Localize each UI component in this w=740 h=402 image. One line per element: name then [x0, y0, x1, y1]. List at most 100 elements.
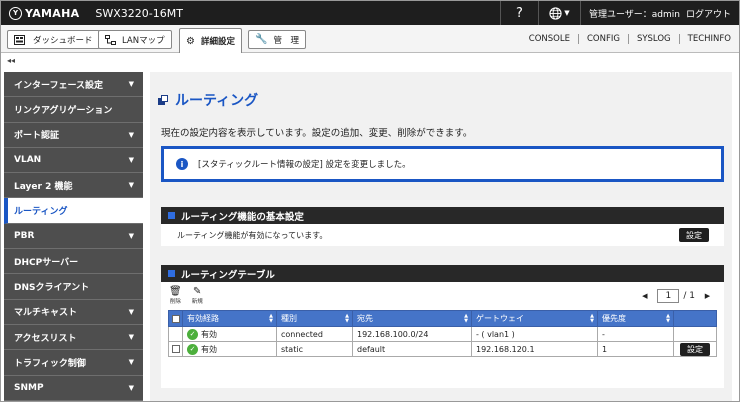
action-cell — [673, 326, 717, 342]
basic-settings-body: ルーティング機能が有効になっています。 設定 — [161, 224, 724, 246]
tab-dashboard[interactable]: ダッシュボード — [7, 30, 100, 49]
pagination: ◀ 1 / 1 ▶ — [638, 288, 714, 304]
sidebar-item-label: DNSクライアント — [14, 283, 90, 294]
table-row: ✓ 有効 connected 192.168.100.0/24 - ( vlan1… — [168, 326, 717, 342]
yamaha-logo-icon: Y — [9, 6, 22, 20]
brand-name: YAMAHA — [25, 6, 80, 20]
config-link[interactable]: CONFIG — [577, 33, 628, 44]
page-title-icon — [158, 95, 168, 105]
check-icon: ✓ — [187, 328, 198, 340]
sidebar-item-label: ポート認証 — [14, 131, 60, 142]
sidebar-item-label: アクセスリスト — [14, 333, 77, 344]
column-valid-route[interactable]: 有効経路 ▲ ▼ — [182, 310, 277, 327]
priority-cell: - — [597, 326, 674, 342]
column-label: 種別 — [281, 314, 297, 323]
main-content: ルーティング 現在の設定内容を表示しています。設定の追加、変更、削除ができます。… — [150, 72, 732, 401]
sidebar-item-snmp[interactable]: SNMP ▼ — [4, 375, 143, 401]
chevron-down-icon: ▼ — [564, 9, 570, 17]
dashboard-icon — [14, 34, 25, 45]
sidebar-item-label: PBR — [14, 230, 35, 241]
valid-label: 有効 — [201, 344, 217, 354]
new-button[interactable]: ✎ 新規 — [192, 286, 203, 305]
row-select-cell — [168, 341, 183, 357]
page-number-input[interactable]: 1 — [657, 289, 680, 303]
globe-icon — [549, 6, 562, 20]
syslog-link[interactable]: SYSLOG — [627, 33, 679, 44]
valid-label: 有効 — [201, 329, 217, 339]
column-type[interactable]: 種別 ▲ ▼ — [276, 310, 353, 327]
chevron-down-icon: ▼ — [128, 181, 134, 190]
chevron-down-icon: ▼ — [128, 383, 134, 392]
table-row: ✓ 有効 static default 192.168.120.1 1 設定 — [168, 341, 717, 357]
sidebar-item-dhcp-server[interactable]: DHCPサーバー — [4, 249, 143, 275]
column-label: ゲートウェイ — [476, 314, 524, 323]
sort-icon: ▲ ▼ — [269, 313, 273, 324]
column-label: 宛先 — [357, 314, 373, 323]
sidebar-item-access-list[interactable]: アクセスリスト ▼ — [4, 324, 143, 351]
language-menu-button[interactable]: ▼ — [537, 1, 580, 25]
sidebar-item-multicast[interactable]: マルチキャスト ▼ — [4, 299, 143, 325]
gateway-cell: - ( vlan1 ) — [471, 326, 598, 342]
sidebar-item-link-aggregation[interactable]: リンクアグリゲーション — [4, 97, 143, 123]
chevron-down-icon: ▼ — [128, 307, 134, 316]
top-bar: Y YAMAHA SWX3220-16MT ? ▼ 管理ユーザー：admin ロ… — [1, 1, 739, 25]
check-icon: ✓ — [187, 343, 198, 355]
gateway-cell: 192.168.120.1 — [471, 341, 598, 357]
column-gateway[interactable]: ゲートウェイ ▲ ▼ — [471, 310, 598, 327]
tab-lan-map[interactable]: LANマップ — [98, 30, 172, 49]
basic-settings-title: ルーティング機能の基本設定 — [181, 211, 304, 223]
routing-table-body: 🗑 削除 ✎ 新規 ◀ 1 / 1 ▶ 有効経路 ▲ ▼ 種別 ▲ ▼ 宛先 ▲… — [161, 282, 724, 388]
destination-cell: default — [352, 341, 472, 357]
sidebar-item-layer2[interactable]: Layer 2 機能 ▼ — [4, 173, 143, 199]
user-label: 管理ユーザー：admin — [588, 9, 680, 20]
logout-link[interactable]: ログアウト — [686, 7, 731, 20]
priority-cell: 1 — [597, 341, 674, 357]
table-header-row: 有効経路 ▲ ▼ 種別 ▲ ▼ 宛先 ▲ ▼ ゲートウェイ ▲ ▼ 優先度 ▲ ▼ — [168, 310, 717, 327]
sidebar-item-pbr[interactable]: PBR ▼ — [4, 223, 143, 250]
prev-page-button[interactable]: ◀ — [638, 288, 651, 304]
row-select-cell — [168, 326, 183, 342]
select-all-checkbox[interactable] — [168, 310, 183, 327]
sidebar-item-label: マルチキャスト — [14, 308, 78, 319]
sidebar-item-label: VLAN — [14, 155, 42, 166]
tab-management[interactable]: 🔧 管 理 — [248, 30, 306, 49]
page-description: 現在の設定内容を表示しています。設定の追加、変更、削除ができます。 — [161, 128, 473, 139]
column-destination[interactable]: 宛先 ▲ ▼ — [352, 310, 472, 327]
collapse-sidebar-button[interactable]: ◂◂ — [7, 56, 15, 65]
device-model: SWX3220-16MT — [95, 6, 183, 20]
brand-logo: Y YAMAHA — [1, 1, 79, 25]
table-toolbar: 🗑 削除 ✎ 新規 — [169, 286, 213, 305]
tab-advanced-settings[interactable]: ⚙ 詳細設定 — [179, 28, 242, 53]
page-total: / 1 — [683, 291, 695, 301]
sidebar-item-vlan[interactable]: VLAN ▼ — [4, 147, 143, 174]
column-priority[interactable]: 優先度 ▲ ▼ — [597, 310, 674, 327]
sidebar-item-routing[interactable]: ルーティング — [4, 198, 143, 224]
chevron-down-icon: ▼ — [128, 80, 134, 89]
next-page-button[interactable]: ▶ — [701, 288, 714, 304]
techinfo-link[interactable]: TECHINFO — [678, 33, 739, 44]
tab-management-label: 管 理 — [273, 35, 299, 46]
destination-cell: 192.168.100.0/24 — [352, 326, 472, 342]
sidebar: インターフェース設定 ▼ リンクアグリゲーション ポート認証 ▼ VLAN ▼ Lay… — [4, 72, 143, 401]
basic-settings-button[interactable]: 設定 — [679, 228, 709, 242]
tab-advanced-settings-label: 詳細設定 — [200, 37, 235, 47]
sidebar-item-traffic-control[interactable]: トラフィック制御 ▼ — [4, 350, 143, 376]
sidebar-item-dns-client[interactable]: DNSクライアント — [4, 274, 143, 300]
routing-status-text: ルーティング機能が有効になっています。 — [177, 231, 328, 240]
app-frame: Y YAMAHA SWX3220-16MT ? ▼ 管理ユーザー：admin ロ… — [0, 0, 740, 402]
row-settings-button[interactable]: 設定 — [680, 342, 710, 356]
delete-button[interactable]: 🗑 削除 — [169, 286, 182, 305]
chevron-down-icon: ▼ — [128, 130, 134, 139]
sidebar-item-port-auth[interactable]: ポート認証 ▼ — [4, 122, 143, 148]
console-link[interactable]: CONSOLE — [521, 34, 578, 44]
sidebar-item-label: Layer 2 機能 — [14, 181, 73, 192]
valid-cell: ✓ 有効 — [182, 326, 277, 342]
row-checkbox[interactable] — [172, 345, 180, 353]
help-button[interactable]: ? — [499, 1, 538, 25]
info-icon: i — [176, 158, 188, 170]
sidebar-item-interface[interactable]: インターフェース設定 ▼ — [4, 72, 143, 98]
notice-text: [スタティックルート情報の設定] 設定を変更しました。 — [198, 160, 411, 170]
sidebar-item-label: インターフェース設定 — [14, 80, 104, 91]
gear-icon: ⚙ — [186, 35, 195, 47]
sort-icon: ▲ ▼ — [590, 313, 594, 324]
